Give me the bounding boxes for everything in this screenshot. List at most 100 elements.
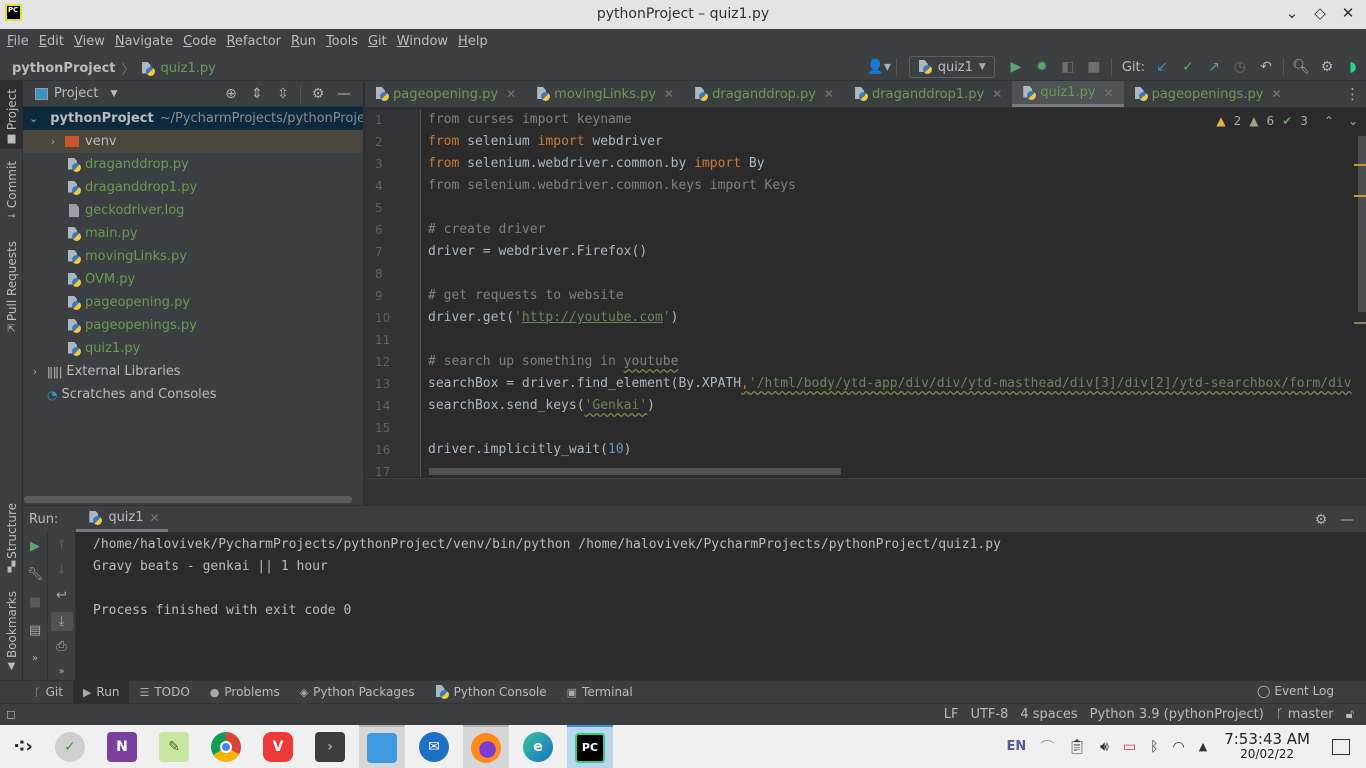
stop-icon[interactable]: ■	[24, 592, 46, 612]
tool-tab-bookmarks[interactable]: Bookmarks ▼	[0, 591, 23, 672]
volume-icon[interactable]: 🔊︎	[1100, 739, 1109, 755]
tree-item-file[interactable]: draganddrop1.py	[23, 176, 363, 199]
locate-file-icon[interactable]: ⊕	[218, 83, 244, 105]
editor-tab[interactable]: movingLinks.py ✕	[526, 81, 684, 107]
code-with-me-button[interactable]: ◗	[1340, 56, 1366, 78]
editor-tab[interactable]: draganddrop.py ✕	[684, 81, 844, 107]
close-tab-icon[interactable]: ✕	[506, 87, 516, 101]
tool-window-terminal[interactable]: ▣ Terminal	[557, 681, 643, 704]
tree-item-venv[interactable]: › venv	[23, 130, 363, 153]
git-rollback-button[interactable]: ↶	[1253, 56, 1279, 78]
system-monitor-icon[interactable]: ⌒	[1040, 737, 1054, 757]
editor-tab-active[interactable]: quiz1.py ✕	[1012, 81, 1124, 107]
bluetooth-icon[interactable]: ᛒ	[1150, 739, 1158, 755]
chevron-down-icon[interactable]: ⌄	[29, 112, 38, 125]
warning-marker[interactable]	[1354, 164, 1366, 166]
warning-marker[interactable]	[1354, 195, 1366, 197]
more-icon[interactable]: »	[51, 662, 73, 681]
next-highlight-icon[interactable]: ⌄	[1348, 114, 1358, 128]
print-icon[interactable]: ⎙	[51, 637, 73, 656]
clock[interactable]: 7:53:43 AM 20/02/22	[1224, 731, 1310, 762]
maximize-button[interactable]: ◇	[1312, 4, 1328, 22]
chevron-right-icon[interactable]: ›	[47, 135, 59, 148]
interpreter-status[interactable]: Python 3.9 (pythonProject)	[1090, 707, 1264, 722]
taskbar-text-editor[interactable]: ✎	[151, 725, 197, 768]
scroll-to-end-icon[interactable]: ⤓	[50, 611, 73, 631]
menu-view[interactable]: View	[73, 34, 111, 49]
vertical-scrollbar[interactable]	[1358, 136, 1366, 312]
menu-refactor[interactable]: Refactor	[225, 34, 287, 49]
horizontal-scrollbar[interactable]	[429, 468, 841, 475]
console-output[interactable]: /home/halovivek/PycharmProjects/pythonPr…	[93, 534, 1356, 622]
previous-highlight-icon[interactable]: ⌃	[1324, 114, 1334, 128]
tool-window-python-console[interactable]: Python Console	[425, 681, 557, 704]
editor-tab[interactable]: pageopenings.py ✕	[1124, 81, 1292, 107]
hide-panel-icon[interactable]: —	[1334, 509, 1360, 531]
down-arrow-icon[interactable]: ↓	[51, 561, 73, 580]
taskbar-onenote[interactable]: N	[99, 725, 145, 768]
tree-item-file[interactable]: quiz1.py	[23, 337, 363, 360]
language-indicator[interactable]: EN	[1007, 739, 1027, 754]
tool-tab-project[interactable]: Project ▆	[0, 81, 23, 149]
code-area[interactable]: from curses import keyname from selenium…	[428, 109, 1354, 477]
wrench-icon[interactable]: 🔧︎	[24, 564, 46, 584]
hide-panel-icon[interactable]: —	[331, 83, 357, 105]
editor-tab[interactable]: draganddrop1.py ✕	[844, 81, 1012, 107]
tool-tab-pull-requests[interactable]: Pull Requests ⇱	[0, 241, 23, 335]
project-view-select[interactable]: Project ▼	[35, 86, 117, 101]
user-account-button[interactable]: 👤▾	[866, 56, 892, 78]
stop-button[interactable]: ■	[1081, 56, 1107, 78]
soft-wrap-icon[interactable]: ↩	[51, 586, 73, 605]
clipboard-icon[interactable]: 📋︎	[1068, 739, 1086, 755]
settings-button[interactable]: ⚙	[1314, 56, 1340, 78]
collapse-all-icon[interactable]: ⇳	[270, 83, 296, 105]
git-commit-button[interactable]: ✓	[1175, 56, 1201, 78]
tree-item-file[interactable]: pageopenings.py	[23, 314, 363, 337]
search-everywhere-button[interactable]: 🔍︎	[1288, 56, 1314, 78]
notifications-icon[interactable]	[1332, 738, 1350, 755]
tree-item-file[interactable]: OVM.py	[23, 268, 363, 291]
close-button[interactable]: ✕	[1340, 4, 1356, 22]
taskbar-vivaldi[interactable]: V	[255, 725, 301, 768]
menu-window[interactable]: Window	[396, 34, 454, 49]
menu-file[interactable]: File	[6, 34, 35, 49]
taskbar-firefox[interactable]	[463, 725, 509, 768]
toggle-tool-windows-icon[interactable]: ◻	[6, 707, 16, 721]
breadcrumb-file[interactable]: quiz1.py	[161, 61, 216, 76]
tree-item-file[interactable]: movingLinks.py	[23, 245, 363, 268]
layout-icon[interactable]: ▤	[24, 620, 46, 640]
close-tab-icon[interactable]: ✕	[150, 511, 160, 525]
taskbar-chrome[interactable]	[203, 725, 249, 768]
run-configuration-select[interactable]: quiz1 ▼	[908, 56, 995, 78]
line-separator-status[interactable]: LF	[944, 707, 959, 722]
more-icon[interactable]: »	[24, 648, 46, 668]
battery-charging-icon[interactable]: ▭	[1123, 739, 1136, 755]
weak-warning-marker[interactable]	[1354, 322, 1366, 324]
taskbar-app-launcher[interactable]: ⁖›	[0, 725, 46, 768]
taskbar-edge[interactable]: e	[515, 725, 561, 768]
inspection-widget[interactable]: ▲ 2 ▲ 6 ✔ 3 ⌃ ⌄	[1216, 114, 1358, 128]
coverage-button[interactable]: ◧	[1055, 56, 1081, 78]
gear-icon[interactable]: ⚙	[305, 83, 331, 105]
tree-item-scratches[interactable]: ◔ Scratches and Consoles	[23, 383, 363, 406]
breadcrumb-project[interactable]: pythonProject	[12, 61, 116, 76]
tree-item-file[interactable]: pageopening.py	[23, 291, 363, 314]
menu-run[interactable]: Run	[290, 34, 322, 49]
taskbar-pycharm[interactable]: PC	[567, 725, 613, 768]
gear-icon[interactable]: ⚙	[1308, 509, 1334, 531]
encoding-status[interactable]: UTF-8	[970, 707, 1008, 722]
close-tab-icon[interactable]: ✕	[664, 87, 674, 101]
url-link[interactable]: http://youtube.com	[522, 310, 663, 325]
debug-button[interactable]: ✹	[1029, 56, 1055, 78]
tool-window-todo[interactable]: ☰ TODO	[129, 681, 199, 704]
run-tab[interactable]: quiz1 ✕	[76, 506, 168, 532]
run-button[interactable]: ▶	[1003, 56, 1029, 78]
tool-tab-commit[interactable]: Commit ⊸	[0, 161, 23, 222]
menu-tools[interactable]: Tools	[325, 34, 364, 49]
event-log-button[interactable]: ◯ Event Log	[1257, 684, 1334, 698]
menu-code[interactable]: Code	[182, 34, 222, 49]
wifi-icon[interactable]: ◠	[1173, 739, 1185, 755]
tree-item-file[interactable]: geckodriver.log	[23, 199, 363, 222]
rerun-icon[interactable]: ▶	[24, 536, 46, 556]
more-tabs-icon[interactable]: ⋮	[1345, 85, 1360, 103]
